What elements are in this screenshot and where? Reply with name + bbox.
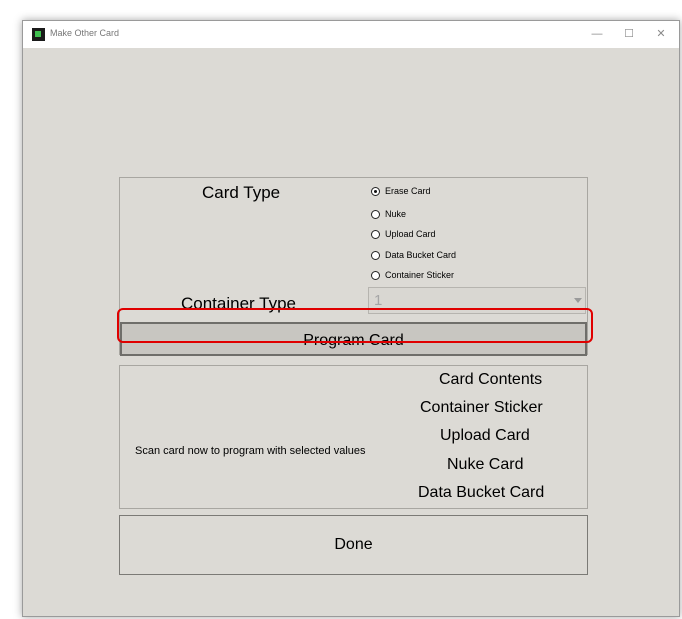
radio-unselected-icon (371, 270, 380, 280)
radio-label: Erase Card (385, 186, 431, 196)
container-type-label: Container Type (181, 294, 296, 313)
radio-container-sticker[interactable]: Container Sticker (371, 268, 454, 282)
minimize-button[interactable]: — (583, 24, 611, 44)
title-bar: Make Other Card — ☐ ✕ (23, 21, 679, 48)
card-type-label: Card Type (202, 183, 281, 202)
container-type-select[interactable]: 1 (368, 287, 586, 314)
card-contents-line: Container Sticker (420, 399, 543, 416)
make-other-card-window: Make Other Card — ☐ ✕ Card Type Erase Ca… (22, 20, 680, 617)
radio-label: Container Sticker (385, 270, 455, 280)
radio-label: Nuke (385, 209, 407, 219)
radio-selected-icon (371, 186, 380, 196)
card-contents-line: Nuke Card (447, 456, 524, 473)
radio-unselected-icon (371, 229, 380, 239)
card-contents-line: Upload Card (440, 427, 530, 444)
app-icon (32, 28, 45, 41)
radio-upload-card[interactable]: Upload Card (371, 227, 436, 241)
scan-status-text: Scan card now to program with selected v… (135, 445, 366, 457)
card-contents-line: Data Bucket Card (418, 484, 545, 501)
close-button[interactable]: ✕ (647, 24, 675, 44)
done-button[interactable]: Done (119, 515, 588, 575)
radio-erase-card[interactable]: Erase Card (371, 184, 431, 198)
container-type-value: 1 (374, 292, 383, 309)
maximize-button[interactable]: ☐ (615, 24, 643, 44)
radio-data-bucket-card[interactable]: Data Bucket Card (371, 248, 456, 262)
card-contents-heading: Card Contents (439, 371, 543, 388)
radio-label: Data Bucket Card (385, 250, 457, 260)
program-card-button[interactable]: Program Card (120, 322, 587, 356)
radio-unselected-icon (371, 250, 380, 260)
radio-nuke[interactable]: Nuke (371, 207, 406, 221)
chevron-down-icon[interactable] (574, 298, 582, 303)
radio-unselected-icon (371, 209, 380, 219)
window-title: Make Other Card (50, 28, 120, 38)
radio-label: Upload Card (385, 229, 436, 239)
